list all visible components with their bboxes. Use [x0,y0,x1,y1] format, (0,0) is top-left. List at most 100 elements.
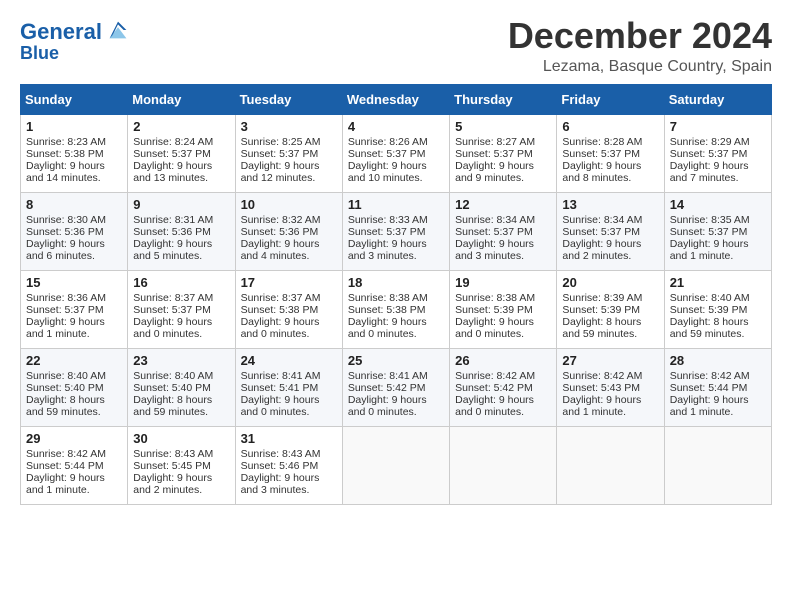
cell-info-line: Sunrise: 8:30 AM [26,214,122,226]
cell-info-line: Sunset: 5:36 PM [26,226,122,238]
cell-info-line: and 59 minutes. [26,406,122,418]
cell-info-line: and 1 minute. [26,484,122,496]
logo-text: General [20,20,102,44]
cell-info-line: Sunrise: 8:26 AM [348,136,444,148]
calendar-cell: 21Sunrise: 8:40 AMSunset: 5:39 PMDayligh… [664,270,771,348]
day-number: 10 [241,197,337,212]
calendar-cell: 26Sunrise: 8:42 AMSunset: 5:42 PMDayligh… [450,348,557,426]
cell-info-line: Sunset: 5:37 PM [348,226,444,238]
cell-info-line: and 0 minutes. [455,328,551,340]
day-number: 21 [670,275,766,290]
cell-info-line: Sunrise: 8:31 AM [133,214,229,226]
cell-info-line: Sunrise: 8:41 AM [348,370,444,382]
cell-info-line: Sunset: 5:37 PM [348,148,444,160]
cell-info-line: Sunrise: 8:32 AM [241,214,337,226]
cell-info-line: Sunset: 5:37 PM [133,304,229,316]
cell-info-line: Daylight: 9 hours [348,238,444,250]
weekday-header-tuesday: Tuesday [235,84,342,114]
cell-info-line: Sunrise: 8:35 AM [670,214,766,226]
cell-info-line: Daylight: 9 hours [241,238,337,250]
cell-info-line: and 0 minutes. [241,406,337,418]
cell-info-line: Daylight: 9 hours [455,316,551,328]
cell-info-line: and 14 minutes. [26,172,122,184]
cell-info-line: Sunrise: 8:40 AM [670,292,766,304]
calendar-cell: 24Sunrise: 8:41 AMSunset: 5:41 PMDayligh… [235,348,342,426]
cell-info-line: Sunrise: 8:37 AM [133,292,229,304]
cell-info-line: Sunset: 5:42 PM [348,382,444,394]
cell-info-line: Sunrise: 8:36 AM [26,292,122,304]
cell-info-line: and 3 minutes. [241,484,337,496]
cell-info-line: and 7 minutes. [670,172,766,184]
day-number: 16 [133,275,229,290]
cell-info-line: Sunrise: 8:42 AM [562,370,658,382]
day-number: 15 [26,275,122,290]
calendar-week-row: 22Sunrise: 8:40 AMSunset: 5:40 PMDayligh… [21,348,772,426]
calendar-cell: 6Sunrise: 8:28 AMSunset: 5:37 PMDaylight… [557,114,664,192]
cell-info-line: Sunrise: 8:27 AM [455,136,551,148]
cell-info-line: and 0 minutes. [455,406,551,418]
cell-info-line: and 12 minutes. [241,172,337,184]
cell-info-line: and 1 minute. [670,406,766,418]
day-number: 17 [241,275,337,290]
day-number: 13 [562,197,658,212]
cell-info-line: Sunset: 5:46 PM [241,460,337,472]
cell-info-line: Daylight: 9 hours [670,394,766,406]
day-number: 3 [241,119,337,134]
cell-info-line: Sunrise: 8:29 AM [670,136,766,148]
cell-info-line: Sunrise: 8:42 AM [670,370,766,382]
day-number: 11 [348,197,444,212]
cell-info-line: Sunrise: 8:25 AM [241,136,337,148]
calendar-cell: 8Sunrise: 8:30 AMSunset: 5:36 PMDaylight… [21,192,128,270]
day-number: 5 [455,119,551,134]
cell-info-line: and 6 minutes. [26,250,122,262]
cell-info-line: Sunset: 5:37 PM [670,148,766,160]
cell-info-line: Daylight: 8 hours [670,316,766,328]
cell-info-line: Sunrise: 8:42 AM [26,448,122,460]
weekday-header-monday: Monday [128,84,235,114]
cell-info-line: Daylight: 8 hours [562,316,658,328]
cell-info-line: Sunrise: 8:40 AM [26,370,122,382]
day-number: 30 [133,431,229,446]
cell-info-line: Sunrise: 8:42 AM [455,370,551,382]
cell-info-line: Daylight: 8 hours [133,394,229,406]
cell-info-line: Sunrise: 8:43 AM [133,448,229,460]
calendar-cell: 29Sunrise: 8:42 AMSunset: 5:44 PMDayligh… [21,426,128,504]
weekday-header-row: SundayMondayTuesdayWednesdayThursdayFrid… [21,84,772,114]
day-number: 23 [133,353,229,368]
cell-info-line: Daylight: 9 hours [670,238,766,250]
calendar-cell: 20Sunrise: 8:39 AMSunset: 5:39 PMDayligh… [557,270,664,348]
day-number: 25 [348,353,444,368]
cell-info-line: Daylight: 9 hours [562,160,658,172]
calendar-cell: 28Sunrise: 8:42 AMSunset: 5:44 PMDayligh… [664,348,771,426]
cell-info-line: Sunset: 5:37 PM [562,148,658,160]
calendar-week-row: 8Sunrise: 8:30 AMSunset: 5:36 PMDaylight… [21,192,772,270]
cell-info-line: Sunrise: 8:33 AM [348,214,444,226]
cell-info-line: and 4 minutes. [241,250,337,262]
cell-info-line: and 2 minutes. [133,484,229,496]
calendar-cell: 1Sunrise: 8:23 AMSunset: 5:38 PMDaylight… [21,114,128,192]
day-number: 26 [455,353,551,368]
cell-info-line: Sunset: 5:37 PM [455,226,551,238]
calendar-cell: 5Sunrise: 8:27 AMSunset: 5:37 PMDaylight… [450,114,557,192]
cell-info-line: Sunset: 5:44 PM [26,460,122,472]
cell-info-line: Sunset: 5:37 PM [26,304,122,316]
cell-info-line: Sunset: 5:38 PM [348,304,444,316]
cell-info-line: Sunset: 5:37 PM [670,226,766,238]
cell-info-line: Sunrise: 8:39 AM [562,292,658,304]
calendar-cell: 13Sunrise: 8:34 AMSunset: 5:37 PMDayligh… [557,192,664,270]
cell-info-line: Daylight: 9 hours [26,160,122,172]
cell-info-line: Sunset: 5:36 PM [241,226,337,238]
day-number: 27 [562,353,658,368]
cell-info-line: Sunset: 5:39 PM [455,304,551,316]
weekday-header-thursday: Thursday [450,84,557,114]
cell-info-line: Sunset: 5:44 PM [670,382,766,394]
day-number: 2 [133,119,229,134]
cell-info-line: Daylight: 9 hours [26,472,122,484]
cell-info-line: and 1 minute. [670,250,766,262]
cell-info-line: Sunset: 5:38 PM [241,304,337,316]
calendar-cell: 12Sunrise: 8:34 AMSunset: 5:37 PMDayligh… [450,192,557,270]
cell-info-line: Sunrise: 8:34 AM [455,214,551,226]
cell-info-line: Sunset: 5:37 PM [455,148,551,160]
calendar-cell [664,426,771,504]
calendar-cell: 27Sunrise: 8:42 AMSunset: 5:43 PMDayligh… [557,348,664,426]
